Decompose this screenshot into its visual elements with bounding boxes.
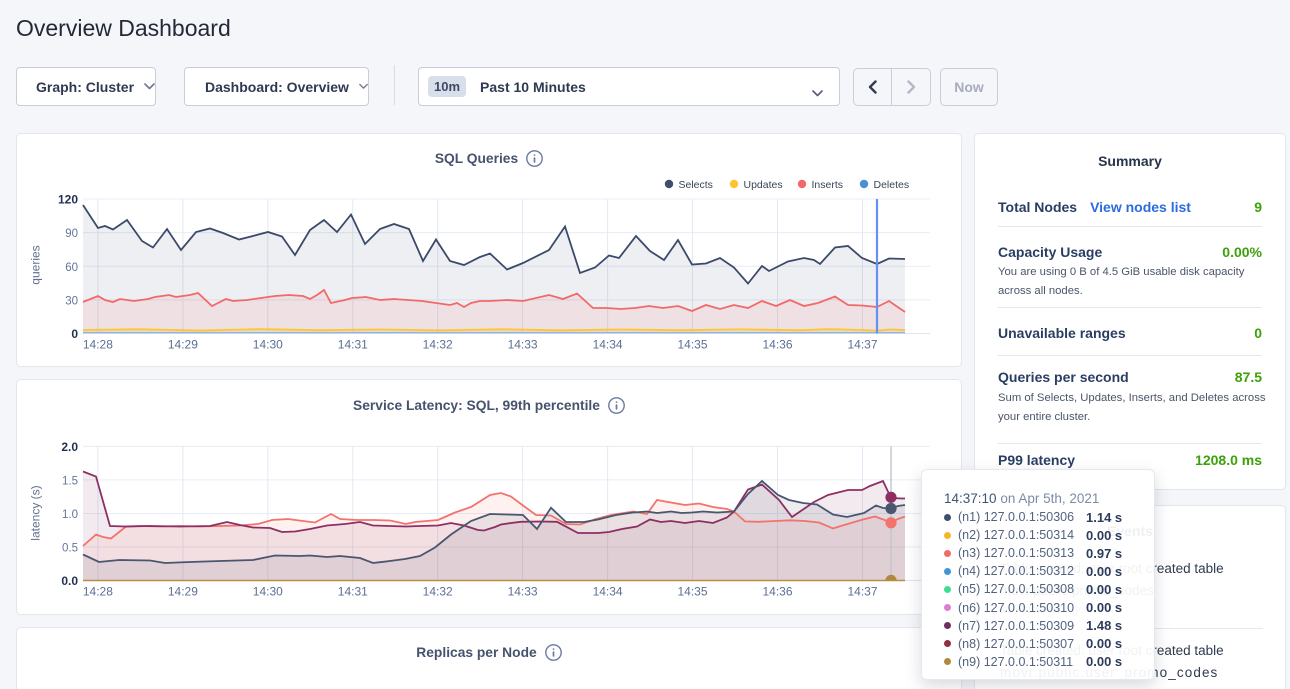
svg-text:30: 30 [65,295,78,307]
svg-text:queries: queries [29,245,43,284]
svg-text:14:34: 14:34 [593,338,623,352]
svg-text:latency (s): latency (s) [29,485,43,540]
svg-text:14:34: 14:34 [593,585,623,599]
svg-text:14:33: 14:33 [508,585,538,599]
svg-text:120: 120 [58,193,78,207]
svg-text:14:32: 14:32 [423,338,453,352]
svg-text:14:37: 14:37 [847,338,877,352]
svg-text:14:29: 14:29 [168,585,198,599]
svg-text:14:28: 14:28 [83,585,113,599]
svg-text:14:36: 14:36 [762,338,792,352]
svg-text:14:32: 14:32 [423,585,453,599]
svg-text:Updates: Updates [744,179,783,191]
svg-text:14:37: 14:37 [847,585,877,599]
svg-text:60: 60 [65,262,78,274]
svg-text:0.0: 0.0 [61,574,78,588]
svg-text:14:33: 14:33 [508,338,538,352]
svg-text:14:29: 14:29 [168,338,198,352]
svg-text:90: 90 [65,228,78,240]
svg-text:14:36: 14:36 [762,585,792,599]
svg-text:14:30: 14:30 [253,338,283,352]
svg-text:0: 0 [71,327,78,341]
svg-text:Deletes: Deletes [874,179,910,191]
svg-text:14:31: 14:31 [338,585,368,599]
svg-text:1.0: 1.0 [62,509,78,521]
svg-text:14:35: 14:35 [677,338,707,352]
svg-text:Selects: Selects [679,179,713,191]
svg-text:14:35: 14:35 [677,585,707,599]
svg-text:0.5: 0.5 [62,543,78,555]
svg-text:2.0: 2.0 [61,440,78,454]
svg-text:14:28: 14:28 [83,338,113,352]
svg-text:14:31: 14:31 [338,338,368,352]
svg-text:14:30: 14:30 [253,585,283,599]
svg-text:1.5: 1.5 [62,475,78,487]
svg-text:Inserts: Inserts [812,179,844,191]
